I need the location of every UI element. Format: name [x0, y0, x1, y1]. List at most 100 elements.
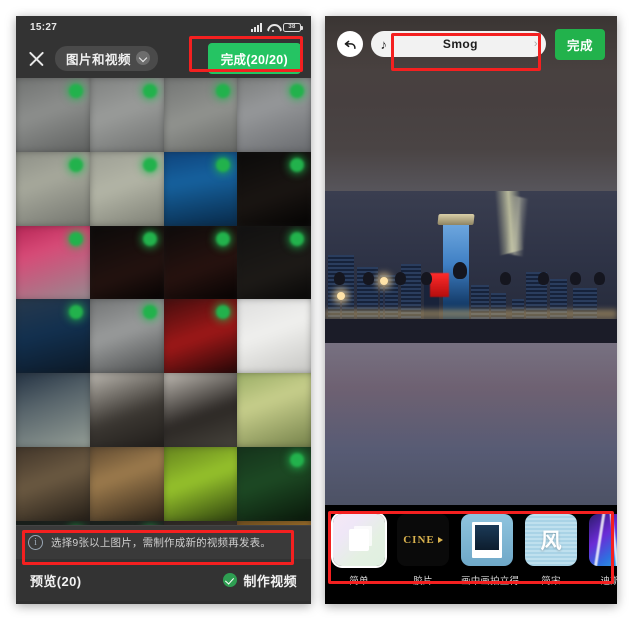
music-selector[interactable]: ♪ Smog ›: [371, 31, 547, 57]
photo-cell[interactable]: [89, 299, 164, 373]
photo-selected-check-icon[interactable]: [142, 84, 157, 98]
status-bar: 15:27 38: [16, 16, 311, 38]
photo-selected-check-icon[interactable]: [290, 84, 304, 98]
status-bar-time: 15:27: [30, 21, 58, 33]
right-done-button[interactable]: 完成: [554, 28, 605, 60]
photo-cell[interactable]: [89, 78, 164, 152]
photo-grid[interactable]: [16, 78, 311, 525]
filter-item[interactable]: 迪斯科: [589, 514, 617, 587]
photo-selected-check-icon[interactable]: [142, 231, 157, 246]
photo-thumbnail: [237, 299, 311, 373]
photo-cell[interactable]: [89, 373, 164, 447]
close-icon[interactable]: [28, 50, 45, 67]
photo-cell[interactable]: [89, 520, 164, 525]
photo-cell[interactable]: [163, 373, 238, 447]
filter-thumb-polaroid: [461, 514, 513, 566]
photo-cell[interactable]: [237, 225, 311, 300]
photo-cell[interactable]: [16, 520, 90, 525]
filter-thumb-cine: CINE: [397, 514, 449, 566]
tower-sign: [430, 273, 450, 298]
simple-pages-icon: [349, 529, 369, 551]
photo-cell[interactable]: [16, 225, 90, 300]
photo-grid-area[interactable]: [16, 78, 311, 525]
song-glyph: 风: [540, 529, 562, 553]
crowd-silhouette: [325, 318, 617, 343]
photo-cell[interactable]: [237, 446, 311, 521]
night-cityscape-photo: [325, 191, 617, 343]
crowd-head: [362, 272, 374, 286]
filter-item[interactable]: 画中画拍立得: [461, 514, 519, 587]
photo-cell[interactable]: [163, 446, 238, 521]
photo-cell[interactable]: [89, 446, 164, 521]
photo-cell[interactable]: [237, 373, 311, 447]
photo-thumbnail: [237, 373, 311, 447]
undo-back-icon[interactable]: [337, 31, 363, 57]
filter-label: 迪斯科: [600, 576, 617, 587]
photo-cell[interactable]: [89, 151, 164, 226]
right-app-header: ♪ Smog › 完成: [325, 16, 617, 72]
photo-cell[interactable]: [237, 520, 311, 525]
photo-cell[interactable]: [237, 151, 311, 226]
done-button[interactable]: 完成(20/20): [207, 42, 301, 74]
album-selector[interactable]: 图片和视频: [55, 45, 159, 71]
photo-selected-check-icon[interactable]: [68, 84, 83, 98]
signal-bars-icon: [251, 22, 262, 32]
photo-cell[interactable]: [16, 299, 90, 373]
photo-thumbnail: [237, 520, 311, 525]
photo-cell[interactable]: [89, 225, 164, 300]
photo-thumbnail: [16, 373, 90, 447]
photo-thumbnail: [16, 446, 90, 521]
photo-selected-check-icon[interactable]: [142, 157, 157, 172]
left-phone-screen: 15:27 38 图片和视频 完成(20/20) i 选择9张以上图片，需制作成…: [16, 16, 311, 604]
crowd-head: [570, 272, 582, 286]
photo-cell[interactable]: [16, 446, 90, 521]
filter-item[interactable]: CINE 胶片: [397, 514, 449, 587]
crowd-head: [538, 272, 550, 286]
check-circle-icon: [223, 573, 238, 587]
photo-selected-check-icon[interactable]: [290, 157, 304, 172]
photo-thumbnail: [16, 520, 90, 525]
notice-text: 选择9张以上图片，需制作成新的视频再发表。: [51, 537, 272, 549]
photo-selected-check-icon[interactable]: [290, 452, 304, 467]
make-video-label: 制作视频: [243, 573, 297, 589]
crowd-head: [421, 272, 433, 286]
photo-cell[interactable]: [16, 373, 90, 447]
notice-banner: i 选择9张以上图片，需制作成新的视频再发表。: [16, 525, 311, 559]
filter-label: 简宋: [541, 576, 561, 587]
make-video-toggle[interactable]: 制作视频: [223, 571, 297, 590]
filter-thumb-simple: [333, 514, 385, 566]
photo-selected-check-icon[interactable]: [68, 305, 83, 320]
wifi-icon: [267, 23, 278, 32]
photo-thumbnail: [163, 373, 238, 447]
photo-selected-check-icon[interactable]: [216, 231, 231, 246]
photo-cell[interactable]: [163, 151, 238, 226]
crowd-head: [453, 262, 468, 280]
filter-thumb-disco: [589, 514, 617, 566]
photo-cell[interactable]: [163, 78, 238, 152]
chevron-right-icon: ›: [533, 37, 538, 50]
crowd-head: [395, 272, 407, 286]
photo-selected-check-icon[interactable]: [290, 231, 304, 246]
photo-selected-check-icon[interactable]: [68, 231, 83, 246]
photo-selected-check-icon[interactable]: [142, 305, 157, 320]
filter-thumb-song: 风: [525, 514, 577, 566]
filter-item[interactable]: 简单: [333, 514, 385, 587]
photo-thumbnail: [89, 520, 164, 525]
photo-cell[interactable]: [237, 299, 311, 373]
photo-cell[interactable]: [163, 299, 238, 373]
preview-button[interactable]: 预览(20): [30, 571, 82, 590]
left-bottom-bar: 预览(20) 制作视频: [16, 559, 311, 601]
photo-selected-check-icon[interactable]: [68, 157, 83, 172]
photo-cell[interactable]: [16, 78, 90, 152]
filter-strip[interactable]: 简单CINE胶片画中画拍立得风简宋迪斯科: [325, 505, 617, 604]
photo-selected-check-icon[interactable]: [216, 157, 231, 172]
filter-item[interactable]: 风简宋: [525, 514, 577, 587]
photo-cell[interactable]: [163, 225, 238, 300]
video-preview-canvas: [325, 16, 617, 547]
photo-cell[interactable]: [16, 151, 90, 226]
photo-cell[interactable]: [163, 520, 238, 525]
photo-thumbnail: [163, 446, 238, 521]
photo-thumbnail: [163, 520, 238, 525]
play-triangle-icon: [437, 537, 443, 543]
photo-cell[interactable]: [237, 78, 311, 152]
